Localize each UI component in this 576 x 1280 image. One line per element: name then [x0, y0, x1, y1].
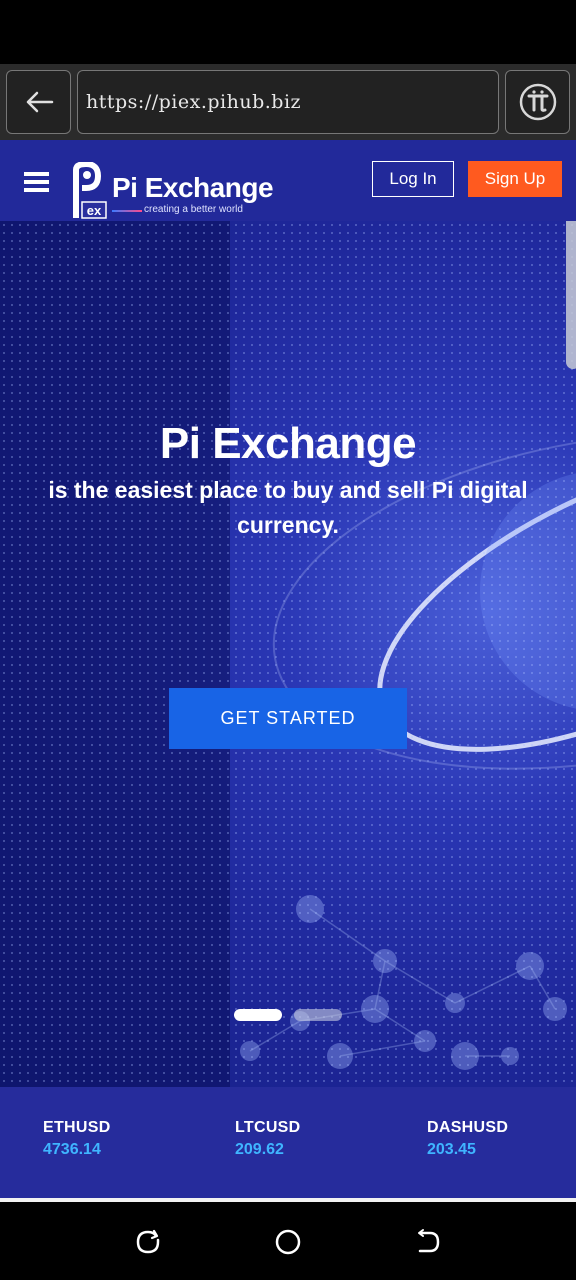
back-nav-icon[interactable]	[414, 1228, 442, 1256]
logo-mark-text: ex	[87, 203, 102, 218]
ticker-item: LTCUSD 209.62	[235, 1119, 301, 1159]
hero-title: Pi Exchange	[159, 419, 417, 468]
ticker-symbol: ETHUSD	[43, 1119, 111, 1136]
price-ticker: ETHUSD 4736.14 LTCUSD 209.62 DASHUSD 203…	[0, 1087, 576, 1198]
recent-apps-icon[interactable]	[134, 1228, 162, 1256]
pi-browser-button[interactable]	[505, 70, 570, 134]
url-text: https://piex.pihub.biz	[86, 91, 302, 113]
ticker-price: 209.62	[235, 1141, 284, 1158]
system-nav-bar	[0, 1202, 576, 1280]
brand-name: Pi Exchange	[112, 172, 274, 203]
signup-button[interactable]: Sign Up	[468, 161, 562, 197]
hero-section: Pi Exchange is the easiest place to buy …	[0, 221, 576, 1087]
ticker-price: 203.45	[427, 1141, 476, 1158]
menu-icon[interactable]	[24, 172, 49, 192]
ticker-item: ETHUSD 4736.14	[43, 1119, 111, 1159]
back-button[interactable]	[6, 70, 71, 134]
tagline-divider	[112, 210, 142, 212]
ticker-symbol: LTCUSD	[235, 1119, 301, 1136]
logo-mark-icon: ex	[73, 162, 107, 219]
pi-logo-icon	[519, 83, 556, 121]
login-button[interactable]: Log In	[372, 161, 454, 197]
home-icon[interactable]	[274, 1228, 302, 1256]
brand-tagline: creating a better world	[144, 204, 243, 215]
ticker-symbol: DASHUSD	[427, 1119, 509, 1136]
address-bar[interactable]: https://piex.pihub.biz	[77, 70, 499, 134]
get-started-button[interactable]: GET STARTED	[169, 688, 407, 749]
hero-dot-pattern	[0, 221, 576, 1087]
hero-subtitle: is the easiest place to buy and sell Pi …	[48, 477, 528, 538]
site-logo[interactable]: ex Pi Exchange creating a better world	[70, 162, 274, 220]
browser-toolbar: https://piex.pihub.biz	[0, 64, 576, 140]
ticker-item: DASHUSD 203.45	[427, 1119, 508, 1159]
ticker-price: 4736.14	[43, 1141, 101, 1158]
status-bar	[0, 0, 576, 64]
carousel-dot-active[interactable]	[234, 1009, 282, 1021]
back-arrow-icon	[26, 91, 53, 113]
carousel-dot[interactable]	[294, 1009, 342, 1021]
edge-scroll-handle[interactable]	[566, 221, 576, 369]
